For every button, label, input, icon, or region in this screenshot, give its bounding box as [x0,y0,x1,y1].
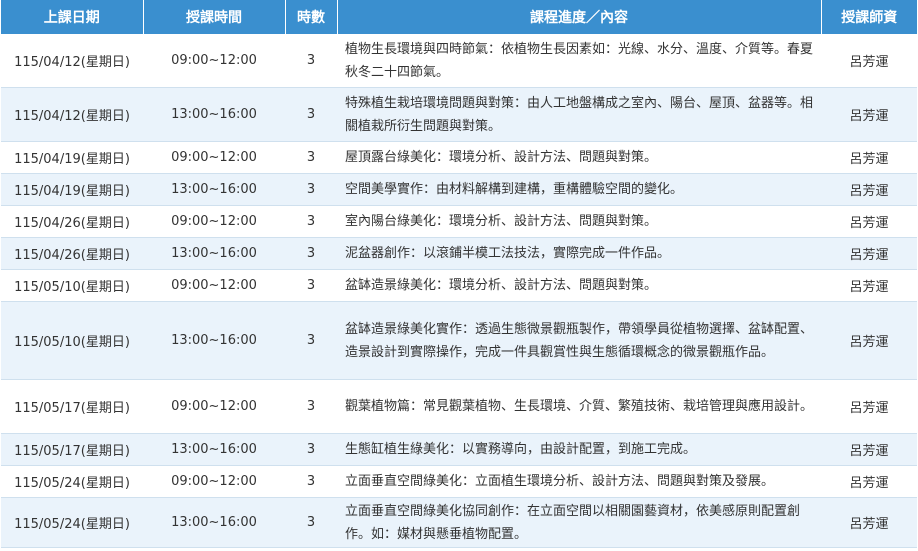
cell-date: 115/05/10(星期日) [1,269,143,302]
cell-hours: 3 [285,269,337,302]
cell-content: 屋頂露台綠美化：環境分析、設計方法、問題與對策。 [337,141,821,174]
table-row: 115/05/17(星期日) 09:00~12:00 3 觀葉植物篇：常見觀葉植… [1,379,917,434]
cell-date: 115/05/17(星期日) [1,379,143,434]
cell-time: 09:00~12:00 [143,379,285,434]
cell-hours: 3 [285,87,337,142]
cell-time: 09:00~12:00 [143,269,285,302]
cell-time: 13:00~16:00 [143,497,285,548]
cell-teacher: 呂芳運 [821,433,917,466]
cell-teacher: 呂芳運 [821,379,917,434]
table-row: 115/04/12(星期日) 09:00~12:00 3 植物生長環境與四時節氣… [1,34,917,88]
cell-time: 09:00~12:00 [143,465,285,498]
cell-date: 115/04/26(星期日) [1,205,143,238]
cell-hours: 3 [285,301,337,380]
cell-teacher: 呂芳運 [821,269,917,302]
cell-content: 觀葉植物篇：常見觀葉植物、生長環境、介質、繁殖技術、栽培管理與應用設計。 [337,379,821,434]
header-teacher: 授課師資 [821,0,917,34]
cell-content: 室內陽台綠美化：環境分析、設計方法、問題與對策。 [337,205,821,238]
cell-teacher: 呂芳運 [821,141,917,174]
cell-date: 115/05/24(星期日) [1,497,143,548]
table-row: 115/05/10(星期日) 13:00~16:00 3 盆缽造景綠美化實作：透… [1,301,917,380]
table-row: 115/04/26(星期日) 09:00~12:00 3 室內陽台綠美化：環境分… [1,205,917,238]
cell-time: 13:00~16:00 [143,87,285,142]
cell-time: 13:00~16:00 [143,301,285,380]
cell-hours: 3 [285,379,337,434]
header-date: 上課日期 [1,0,144,34]
cell-hours: 3 [285,173,337,206]
cell-content: 立面垂直空間綠美化協同創作：在立面空間以相關園藝資材，依美感原則配置創作。如：媒… [337,497,821,548]
cell-teacher: 呂芳運 [821,301,917,380]
cell-time: 13:00~16:00 [143,433,285,466]
cell-hours: 3 [285,465,337,498]
cell-date: 115/05/24(星期日) [1,465,143,498]
cell-date: 115/04/19(星期日) [1,173,143,206]
course-schedule-table: 上課日期 授課時間 時數 課程進度／內容 授課師資 115/04/12(星期日)… [1,0,917,548]
cell-hours: 3 [285,141,337,174]
cell-hours: 3 [285,237,337,270]
cell-teacher: 呂芳運 [821,237,917,270]
table-row: 115/05/10(星期日) 09:00~12:00 3 盆缽造景綠美化：環境分… [1,269,917,302]
cell-content: 空間美學實作：由材料解構到建構，重構體驗空間的變化。 [337,173,821,206]
cell-date: 115/04/26(星期日) [1,237,143,270]
cell-teacher: 呂芳運 [821,173,917,206]
table-row: 115/05/24(星期日) 13:00~16:00 3 立面垂直空間綠美化協同… [1,497,917,548]
cell-teacher: 呂芳運 [821,497,917,548]
cell-content: 生態缸植生綠美化：以實務導向，由設計配置，到施工完成。 [337,433,821,466]
table-row: 115/04/12(星期日) 13:00~16:00 3 特殊植生栽培環境問題與… [1,87,917,142]
cell-hours: 3 [285,34,337,88]
table-row: 115/05/24(星期日) 09:00~12:00 3 立面垂直空間綠美化：立… [1,465,917,498]
cell-hours: 3 [285,433,337,466]
cell-teacher: 呂芳運 [821,205,917,238]
cell-time: 09:00~12:00 [143,34,285,88]
cell-date: 115/04/12(星期日) [1,87,143,142]
cell-content: 盆缽造景綠美化實作：透過生態微景觀瓶製作，帶領學員從植物選擇、盆缽配置、造景設計… [337,301,821,380]
cell-teacher: 呂芳運 [821,34,917,88]
cell-content: 立面垂直空間綠美化：立面植生環境分析、設計方法、問題與對策及發展。 [337,465,821,498]
cell-date: 115/05/10(星期日) [1,301,143,380]
cell-content: 特殊植生栽培環境問題與對策：由人工地盤構成之室內、陽台、屋頂、盆器等。相關植栽所… [337,87,821,142]
cell-date: 115/04/19(星期日) [1,141,143,174]
cell-content: 盆缽造景綠美化：環境分析、設計方法、問題與對策。 [337,269,821,302]
cell-date: 115/04/12(星期日) [1,34,143,88]
cell-time: 13:00~16:00 [143,237,285,270]
header-content: 課程進度／內容 [337,0,822,34]
cell-teacher: 呂芳運 [821,465,917,498]
table-row: 115/05/17(星期日) 13:00~16:00 3 生態缸植生綠美化：以實… [1,433,917,466]
cell-content: 植物生長環境與四時節氣：依植物生長因素如：光線、水分、溫度、介質等。春夏秋冬二十… [337,34,821,88]
cell-time: 13:00~16:00 [143,173,285,206]
table-row: 115/04/19(星期日) 13:00~16:00 3 空間美學實作：由材料解… [1,173,917,206]
cell-date: 115/05/17(星期日) [1,433,143,466]
cell-time: 09:00~12:00 [143,141,285,174]
table-row: 115/04/26(星期日) 13:00~16:00 3 泥盆器創作：以滾鋪半模… [1,237,917,270]
table-row: 115/04/19(星期日) 09:00~12:00 3 屋頂露台綠美化：環境分… [1,141,917,174]
table-header-row: 上課日期 授課時間 時數 課程進度／內容 授課師資 [1,0,917,34]
cell-time: 09:00~12:00 [143,205,285,238]
header-time: 授課時間 [143,0,286,34]
cell-hours: 3 [285,497,337,548]
cell-content: 泥盆器創作：以滾鋪半模工法技法，實際完成一件作品。 [337,237,821,270]
header-hours: 時數 [285,0,338,34]
cell-hours: 3 [285,205,337,238]
cell-teacher: 呂芳運 [821,87,917,142]
